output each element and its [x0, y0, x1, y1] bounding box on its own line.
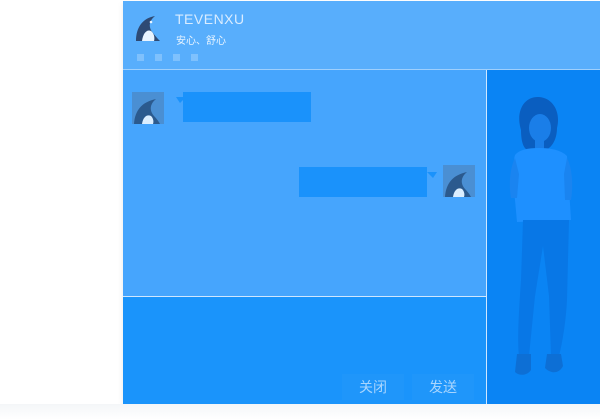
penguin-avatar-icon — [443, 165, 475, 197]
tool-icon[interactable] — [173, 54, 180, 61]
close-button[interactable]: 关闭 — [342, 374, 404, 400]
side-panel — [487, 70, 600, 404]
chat-window: TEVENXU 安心、舒心 关闭 发送 — [123, 1, 600, 404]
tool-icon[interactable] — [137, 54, 144, 61]
user-avatar — [443, 165, 475, 197]
bubble-tail — [427, 172, 437, 178]
title-bar: TEVENXU 安心、舒心 — [123, 1, 600, 70]
tool-icon[interactable] — [191, 54, 198, 61]
app-title: TEVENXU — [175, 11, 245, 27]
send-button[interactable]: 发送 — [412, 374, 474, 400]
app-subtitle: 安心、舒心 — [176, 36, 226, 47]
window-shadow — [0, 404, 600, 420]
penguin-logo-icon — [133, 13, 163, 43]
tool-icon[interactable] — [155, 54, 162, 61]
message-area[interactable] — [123, 70, 486, 296]
incoming-message-bubble — [183, 92, 311, 122]
contact-avatar — [132, 92, 164, 124]
outgoing-message-bubble — [299, 167, 427, 197]
woman-illustration-icon — [509, 96, 573, 375]
penguin-avatar-icon — [132, 92, 164, 124]
